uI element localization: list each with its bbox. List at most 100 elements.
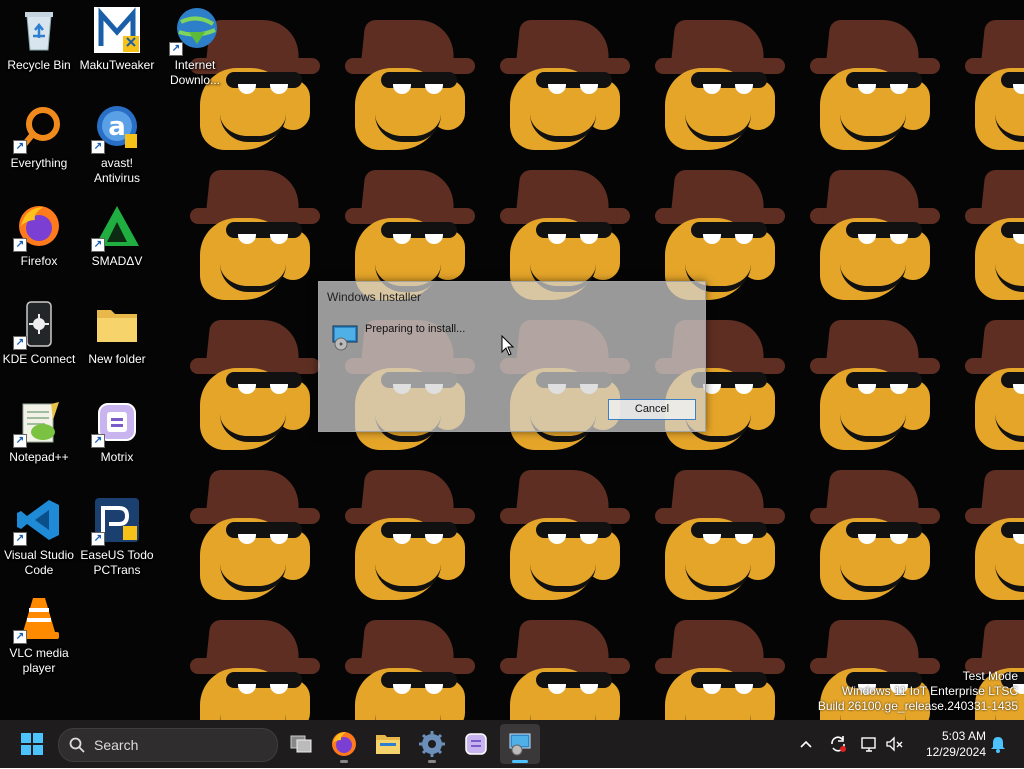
watermark-line: Test Mode <box>962 669 1018 683</box>
wallpaper-tile <box>645 10 795 160</box>
wallpaper-tile <box>490 10 640 160</box>
test-mode-watermark: Test Mode Windows 11 IoT Enterprise LTSC… <box>818 669 1018 714</box>
taskbar: Search 5:03 AM 12/29/2024 <box>0 720 1024 768</box>
easeus-pctrans-icon: ↗ <box>91 496 141 546</box>
wallpaper-tile <box>490 460 640 610</box>
task-view-icon <box>290 735 312 753</box>
avast-icon: a ↗ <box>91 104 141 154</box>
firefox-icon: ↗ <box>13 202 63 252</box>
search-placeholder: Search <box>94 737 139 753</box>
desktop-icon-label: Recycle Bin <box>7 58 71 72</box>
wallpaper-tile <box>955 160 1024 310</box>
desktop-icon-easeus-pctrans[interactable]: ↗ EaseUS Todo PCTrans <box>78 492 156 584</box>
recycle-bin-icon <box>15 6 63 54</box>
desktop-icon-internet-download-manager[interactable]: ↗ Internet Downlo... <box>156 2 234 94</box>
clock-date: 12/29/2024 <box>925 745 986 759</box>
desktop-icon-vscode[interactable]: ↗ Visual Studio Code <box>0 492 78 584</box>
desktop-icon-label: Internet Downlo... <box>169 58 221 87</box>
active-indicator <box>512 760 528 763</box>
wallpaper-tile <box>955 460 1024 610</box>
taskbar-search-box[interactable]: Search <box>58 728 278 762</box>
watermark-line: Build 26100.ge_release.240331-1435 <box>817 699 1018 713</box>
vlc-icon: ↗ <box>13 594 63 644</box>
taskbar-clock[interactable]: 5:03 AM 12/29/2024 <box>916 728 986 760</box>
cancel-button[interactable]: Cancel <box>608 399 696 420</box>
taskbar-firefox[interactable] <box>324 724 364 764</box>
folder-icon <box>93 300 141 348</box>
desktop-icon-vlc[interactable]: ↗ VLC media player <box>0 590 78 682</box>
taskbar-windows-installer[interactable] <box>500 724 540 764</box>
desktop-icon-new-folder[interactable]: New folder <box>78 296 156 388</box>
taskbar-file-explorer[interactable] <box>368 724 408 764</box>
desktop-icon-label: Visual Studio Code <box>4 548 74 577</box>
desktop-icon-label: KDE Connect <box>2 352 76 366</box>
wallpaper-tile <box>180 160 330 310</box>
wallpaper-tile <box>955 310 1024 460</box>
kde-connect-icon: ↗ <box>13 300 63 350</box>
desktop-icon-label: EaseUS Todo PCTrans <box>80 548 154 577</box>
mouse-cursor-icon <box>501 334 515 357</box>
volume-muted-icon[interactable] <box>884 734 904 754</box>
desktop-icon-label: Firefox <box>20 254 58 268</box>
wallpaper-tile <box>180 310 330 460</box>
windows-installer-icon <box>509 733 531 756</box>
desktop-icon-firefox[interactable]: ↗ Firefox <box>0 198 78 290</box>
desktop-icon-label: New folder <box>88 352 146 366</box>
settings-icon <box>419 731 445 757</box>
desktop-icon-avast[interactable]: a ↗ avast! Antivirus <box>78 100 156 192</box>
wallpaper-tile <box>180 460 330 610</box>
wallpaper-tile <box>335 610 485 720</box>
wallpaper-tile <box>335 460 485 610</box>
desktop: Recycle Bin MakuTweaker ↗ Internet Downl… <box>0 0 1024 720</box>
makutweaker-icon <box>93 6 141 54</box>
wallpaper-tile <box>490 610 640 720</box>
desktop-icon-smadav[interactable]: ↗ SMADΔV <box>78 198 156 290</box>
task-view-button[interactable] <box>281 724 321 764</box>
desktop-icon-label: SMADΔV <box>91 254 143 268</box>
wallpaper-tile <box>335 10 485 160</box>
wallpaper-tile <box>645 460 795 610</box>
desktop-icon-label: MakuTweaker <box>79 58 155 72</box>
computer-disc-icon <box>331 325 359 351</box>
vscode-icon: ↗ <box>13 496 63 546</box>
desktop-icon-label: Notepad++ <box>9 450 69 464</box>
dialog-message: Preparing to install... <box>365 323 466 335</box>
windows-logo-icon <box>21 733 43 755</box>
desktop-icon-label: VLC media player <box>9 646 69 675</box>
dialog-title: Windows Installer <box>327 290 422 304</box>
desktop-icon-makutweaker[interactable]: MakuTweaker <box>78 2 156 94</box>
internet-download-manager-icon: ↗ <box>169 6 219 56</box>
firefox-icon <box>332 732 356 756</box>
watermark-line: Windows 11 IoT Enterprise LTSC <box>841 684 1018 698</box>
desktop-icon-recycle-bin[interactable]: Recycle Bin <box>0 2 78 94</box>
everything-search-icon: ↗ <box>13 104 63 154</box>
desktop-icon-notepad-plus-plus[interactable]: ↗ Notepad++ <box>0 394 78 486</box>
notification-bell-icon[interactable] <box>988 734 1008 754</box>
search-icon <box>69 737 85 753</box>
motrix-icon <box>465 733 487 755</box>
desktop-icon-kde-connect[interactable]: ↗ KDE Connect <box>0 296 78 388</box>
taskbar-settings[interactable] <box>412 724 452 764</box>
sync-icon[interactable] <box>828 734 848 754</box>
desktop-icon-motrix[interactable]: ↗ Motrix <box>78 394 156 486</box>
running-indicator <box>340 760 348 763</box>
file-explorer-icon <box>376 735 400 754</box>
network-icon[interactable] <box>859 734 879 754</box>
wallpaper-tile <box>800 160 950 310</box>
clock-time: 5:03 AM <box>941 729 986 743</box>
wallpaper-tile <box>955 10 1024 160</box>
chevron-up-icon[interactable] <box>796 734 816 754</box>
taskbar-motrix[interactable] <box>456 724 496 764</box>
wallpaper-tile <box>800 310 950 460</box>
smadav-icon: ↗ <box>91 202 141 252</box>
svg-text:a: a <box>108 112 126 142</box>
desktop-icon-everything[interactable]: ↗ Everything <box>0 100 78 192</box>
desktop-icon-label: Motrix <box>100 450 134 464</box>
wallpaper-tile <box>180 610 330 720</box>
start-button[interactable] <box>12 724 52 764</box>
wallpaper-tile <box>800 460 950 610</box>
running-indicator <box>428 760 436 763</box>
notepad-plus-plus-icon: ↗ <box>13 398 63 448</box>
wallpaper-tile <box>645 610 795 720</box>
desktop-icon-label: avast! Antivirus <box>93 156 140 185</box>
